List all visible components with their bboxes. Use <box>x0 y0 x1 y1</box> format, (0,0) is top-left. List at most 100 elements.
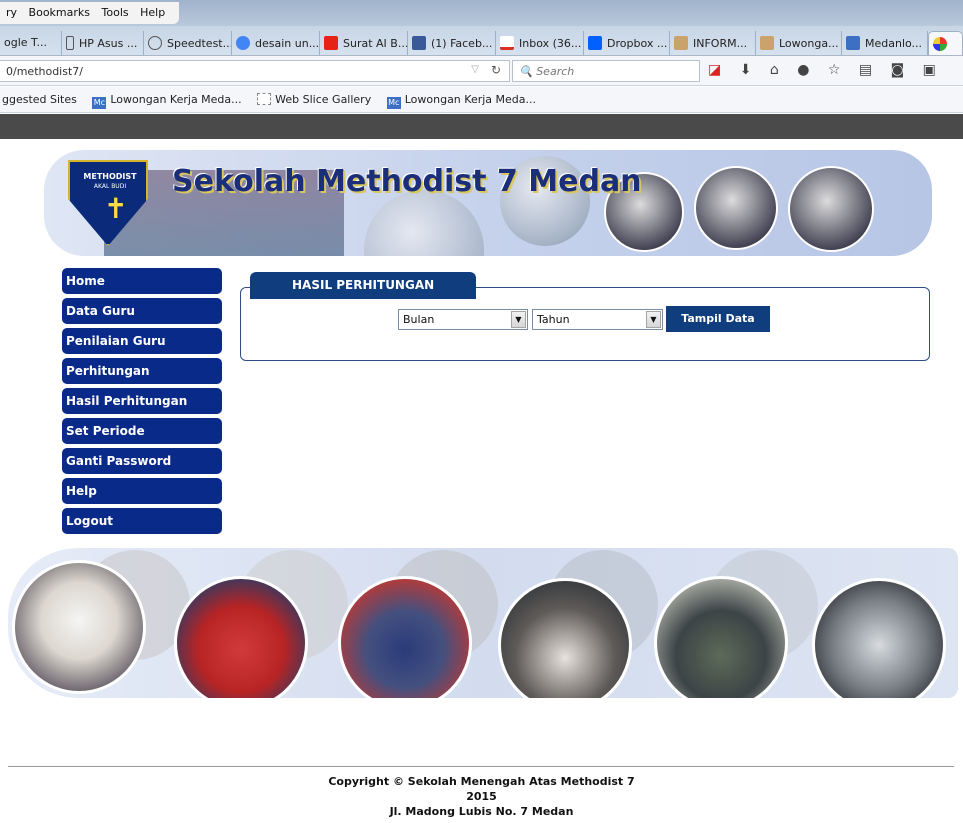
logo-text: METHODIST <box>83 172 137 181</box>
google-icon <box>236 36 250 50</box>
chevron-down-icon[interactable]: ▼ <box>511 311 526 328</box>
search-input[interactable]: 🔍 Search <box>512 60 700 82</box>
cross-icon: ✝ <box>104 192 128 225</box>
bulan-selected-value: Bulan <box>403 313 435 326</box>
banner-photo-circle <box>788 166 874 252</box>
reload-icon[interactable]: ↻ <box>491 63 501 77</box>
facebook-icon <box>412 36 426 50</box>
browser-tab[interactable]: Surat AI B... <box>320 31 408 55</box>
medanlowongan-icon: Mc <box>92 97 107 109</box>
screenshot-icon[interactable]: ▣ <box>923 62 936 78</box>
dropbox-icon <box>588 36 602 50</box>
taekwondo-photo <box>12 560 146 694</box>
sidebar-item-perhitungan[interactable]: Perhitungan <box>62 358 222 384</box>
flash-icon[interactable]: ◪ <box>708 62 721 78</box>
bookmark-suggested-sites[interactable]: ggested Sites <box>2 93 83 106</box>
bookmark-label: Web Slice Gallery <box>275 93 372 106</box>
address-bar[interactable]: 0/methodist7/ ▽ ↻ <box>0 60 510 82</box>
bookmark-lowongan-2[interactable]: Mc Lowongan Kerja Meda... <box>386 93 542 109</box>
pocket-icon[interactable]: ◙ <box>891 62 905 78</box>
phone-icon <box>66 36 74 50</box>
bulan-select[interactable]: Bulan ▼ <box>398 309 528 330</box>
chevron-down-icon[interactable]: ▼ <box>646 311 661 328</box>
page-footer: Copyright © Sekolah Menengah Atas Method… <box>0 774 963 819</box>
chat-icon[interactable]: ● <box>797 62 809 78</box>
browser-tab[interactable]: Speedtest... <box>144 31 232 55</box>
tab-label: INFORM... <box>693 37 748 50</box>
basketball-team-photo <box>174 576 308 698</box>
browser-tab[interactable]: INFORM... <box>670 31 756 55</box>
browser-tab[interactable]: desain un... <box>232 31 320 55</box>
dropdown-arrow-icon[interactable]: ▽ <box>471 64 479 75</box>
sidebar-item-ganti-password[interactable]: Ganti Password <box>62 448 222 474</box>
bookmark-label: Lowongan Kerja Meda... <box>404 93 536 106</box>
sidebar-item-logout[interactable]: Logout <box>62 508 222 534</box>
browser-tab-active[interactable] <box>928 31 963 55</box>
tab-label: desain un... <box>255 37 320 50</box>
tab-label: Inbox (36... <box>519 37 582 50</box>
youtube-icon <box>324 36 338 50</box>
tab-strip: ogle T... HP Asus ... Speedtest... desai… <box>0 26 963 56</box>
navigation-bar: 0/methodist7/ ▽ ↻ 🔍 Search ◪ ⬇ ⌂ ● ☆ ▤ ◙… <box>0 56 963 86</box>
tab-label: Surat AI B... <box>343 37 408 50</box>
home-icon[interactable]: ⌂ <box>770 62 779 78</box>
choir-photo <box>338 576 472 698</box>
header-banner: METHODIST AKAL BUDI ✝ Sekolah Methodist … <box>44 150 932 256</box>
bookmark-label: ggested Sites <box>2 93 77 106</box>
banner-photo-circle <box>364 190 484 256</box>
sidebar-item-help[interactable]: Help <box>62 478 222 504</box>
browser-tab[interactable]: Inbox (36... <box>496 31 584 55</box>
logo-motto: AKAL BUDI <box>93 183 127 190</box>
sidebar-item-set-periode[interactable]: Set Periode <box>62 418 222 444</box>
tahun-selected-value: Tahun <box>537 313 570 326</box>
browser-menubar: ry Bookmarks Tools Help <box>0 0 963 26</box>
tab-label: (1) Faceb... <box>431 37 493 50</box>
sidebar-item-hasil-perhitungan[interactable]: Hasil Perhitungan <box>62 388 222 414</box>
sidebar-menu: Home Data Guru Penilaian Guru Perhitunga… <box>62 268 222 538</box>
sidebar-item-home[interactable]: Home <box>62 268 222 294</box>
menu-help[interactable]: Help <box>140 6 165 19</box>
bookmark-star-icon[interactable]: ☆ <box>828 62 841 78</box>
tahun-select[interactable]: Tahun ▼ <box>532 309 663 330</box>
menu-bookmarks[interactable]: Bookmarks <box>29 6 90 19</box>
tab-label: Lowonga... <box>779 37 839 50</box>
tab-label: Speedtest... <box>167 37 232 50</box>
web-slice-icon <box>257 93 272 105</box>
menu-tools[interactable]: Tools <box>102 6 129 19</box>
site-title: Sekolah Methodist 7 Medan <box>172 164 642 199</box>
tab-label: HP Asus ... <box>79 37 138 50</box>
menu-history[interactable]: ry <box>6 6 17 19</box>
medanlowongan-icon: Mc <box>386 97 401 109</box>
tab-label: Medanlo... <box>865 37 923 50</box>
browser-tab[interactable]: (1) Faceb... <box>408 31 496 55</box>
browser-tab[interactable]: Lowonga... <box>756 31 842 55</box>
loading-icon <box>933 37 947 51</box>
toolbar-icons: ◪ ⬇ ⌂ ● ☆ ▤ ◙ ▣ <box>708 62 950 78</box>
activity-photo-band <box>8 548 958 698</box>
download-icon[interactable]: ⬇ <box>740 62 752 78</box>
bookmark-label: Lowongan Kerja Meda... <box>110 93 242 106</box>
browser-tab[interactable]: HP Asus ... <box>62 31 144 55</box>
bookmark-web-slice-gallery[interactable]: Web Slice Gallery <box>257 93 377 106</box>
footer-divider <box>8 766 954 767</box>
reading-list-icon[interactable]: ▤ <box>859 62 872 78</box>
bookmarks-toolbar: ggested Sites Mc Lowongan Kerja Meda... W… <box>0 87 963 113</box>
medanlowongan-icon <box>846 36 860 50</box>
browser-tab[interactable]: ogle T... <box>0 31 62 55</box>
footer-copyright: Copyright © Sekolah Menengah Atas Method… <box>328 775 635 788</box>
browser-tab[interactable]: Dropbox ... <box>584 31 670 55</box>
bookmark-lowongan-1[interactable]: Mc Lowongan Kerja Meda... <box>92 93 247 109</box>
sidebar-item-penilaian-guru[interactable]: Penilaian Guru <box>62 328 222 354</box>
section-title: HASIL PERHITUNGAN <box>250 272 476 299</box>
tab-label: Dropbox ... <box>607 37 668 50</box>
gmail-icon <box>500 36 514 50</box>
lab-equipment-photo <box>812 578 946 698</box>
tampil-data-button[interactable]: Tampil Data <box>666 306 770 332</box>
page-icon <box>760 36 774 50</box>
browser-tab[interactable]: Medanlo... <box>842 31 928 55</box>
speedometer-icon <box>148 36 162 50</box>
footer-year: 2015 <box>466 790 497 803</box>
sidebar-item-data-guru[interactable]: Data Guru <box>62 298 222 324</box>
page-top-band <box>0 114 963 139</box>
page-icon <box>674 36 688 50</box>
